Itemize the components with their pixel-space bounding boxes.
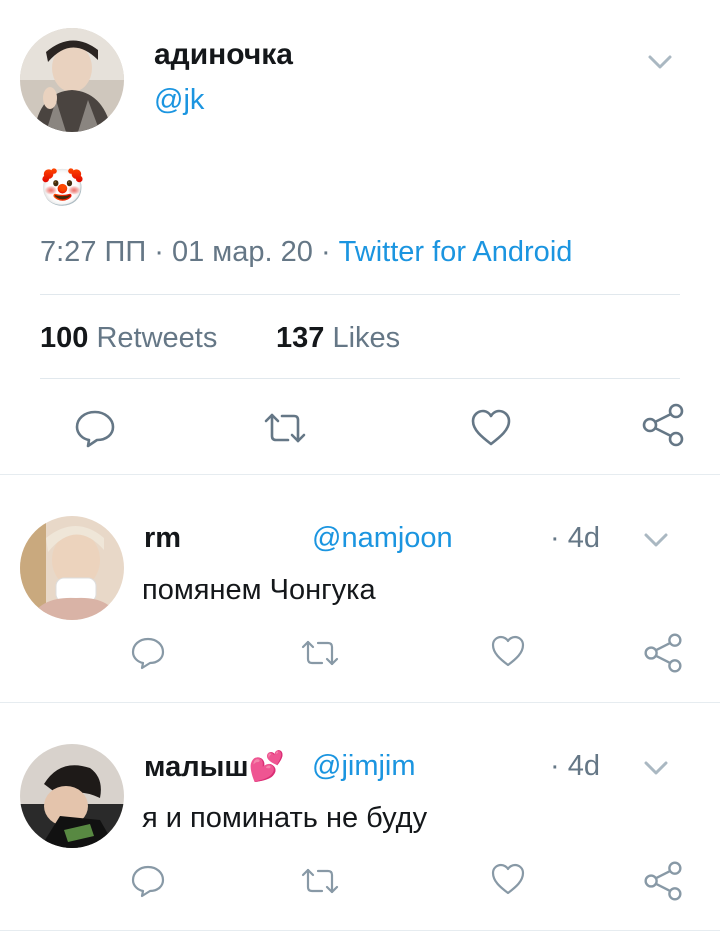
tweet-time: 7:27 ПП xyxy=(40,236,147,268)
display-name[interactable]: адиночка xyxy=(154,38,293,72)
user-handle[interactable]: @jimjim xyxy=(312,750,416,783)
avatar[interactable] xyxy=(20,28,124,132)
avatar[interactable] xyxy=(20,516,124,620)
tweet-source-link[interactable]: Twitter for Android xyxy=(339,236,573,268)
tweet-meta: 7:27 ПП · 01 мар. 20 · Twitter for Andro… xyxy=(40,236,572,269)
chevron-down-icon[interactable] xyxy=(642,758,670,778)
divider xyxy=(40,378,680,379)
likes-stat[interactable]: 137 Likes xyxy=(276,322,400,355)
meta-separator: · xyxy=(320,236,331,268)
divider xyxy=(0,930,720,931)
chevron-down-icon[interactable] xyxy=(646,52,674,72)
like-icon[interactable] xyxy=(470,408,512,448)
like-icon[interactable] xyxy=(490,634,526,668)
reply-icon[interactable] xyxy=(130,864,166,898)
reply-icon[interactable] xyxy=(74,408,116,448)
retweets-label: Retweets xyxy=(96,322,218,354)
divider xyxy=(0,474,720,475)
user-handle[interactable]: @namjoon xyxy=(312,522,453,555)
meta-separator: · xyxy=(154,236,164,268)
divider xyxy=(40,294,680,295)
share-icon[interactable] xyxy=(640,402,686,448)
like-icon[interactable] xyxy=(490,862,526,896)
reply-icon[interactable] xyxy=(130,636,166,670)
chevron-down-icon[interactable] xyxy=(642,530,670,550)
user-handle[interactable]: @jk xyxy=(154,84,204,117)
display-name[interactable]: rm xyxy=(144,522,181,555)
retweet-icon[interactable] xyxy=(262,410,308,446)
avatar[interactable] xyxy=(20,744,124,848)
reply-text: я и поминать не буду xyxy=(142,802,428,834)
share-icon[interactable] xyxy=(642,632,684,674)
retweet-icon[interactable] xyxy=(300,638,340,668)
likes-count: 137 xyxy=(276,322,325,354)
tweet-text: 🤡 xyxy=(40,167,85,208)
share-icon[interactable] xyxy=(642,860,684,902)
reply-time: · 4d xyxy=(550,522,600,554)
tweet-date: 01 мар. 20 xyxy=(171,236,313,268)
retweet-icon[interactable] xyxy=(300,866,340,896)
retweets-count: 100 xyxy=(40,322,89,354)
display-name[interactable]: малыш💕 xyxy=(144,750,285,784)
reply-time: · 4d xyxy=(550,750,600,782)
likes-label: Likes xyxy=(332,322,401,354)
retweets-stat[interactable]: 100 Retweets xyxy=(40,322,217,355)
reply-text: помянем Чонгука xyxy=(142,574,376,606)
divider xyxy=(0,702,720,703)
